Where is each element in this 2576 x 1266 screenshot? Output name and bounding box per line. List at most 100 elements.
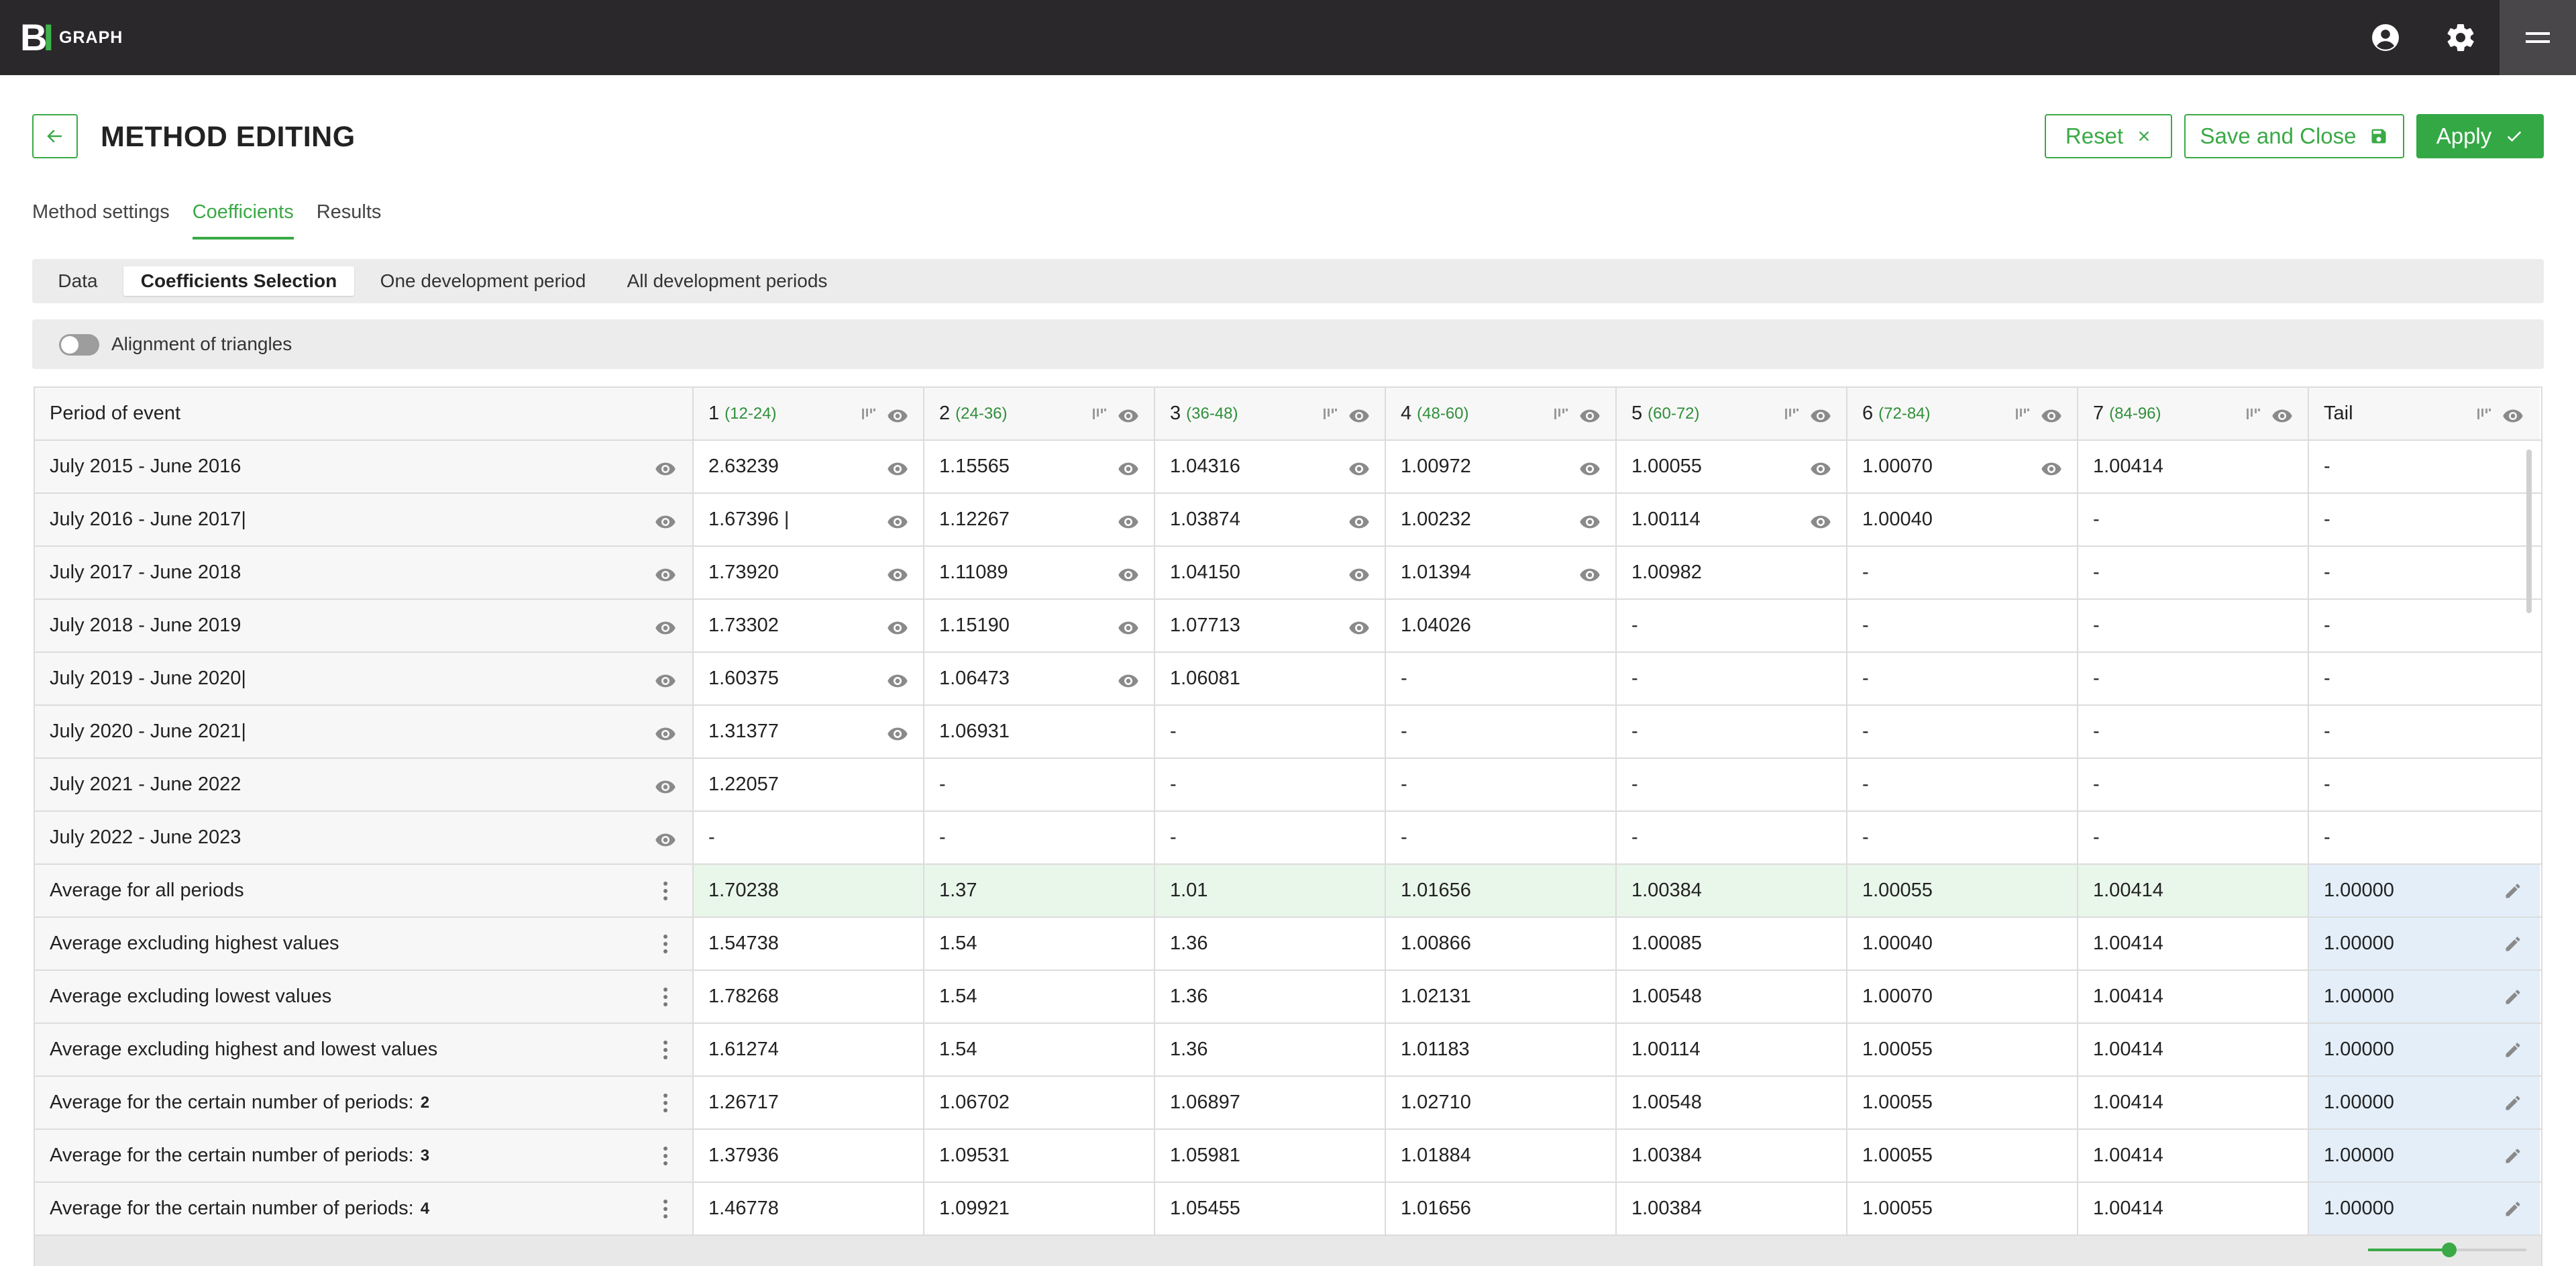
- coefficient-cell[interactable]: 1.60375: [694, 653, 924, 704]
- coefficient-cell[interactable]: 1.00055: [1617, 441, 1847, 492]
- average-value-cell[interactable]: 1.00055: [1847, 1024, 2078, 1075]
- tab-method-settings[interactable]: Method settings: [32, 201, 170, 240]
- sort-icon[interactable]: [2475, 405, 2493, 421]
- average-value-cell[interactable]: 1.36: [1155, 1024, 1386, 1075]
- account-icon[interactable]: [2369, 21, 2402, 54]
- eye-icon[interactable]: [887, 513, 908, 529]
- tail-value-cell[interactable]: 1.00000: [2309, 971, 2540, 1022]
- coefficient-cell[interactable]: 1.04316: [1155, 441, 1386, 492]
- average-value-cell[interactable]: 1.00055: [1847, 1130, 2078, 1181]
- average-value-cell[interactable]: 1.00384: [1617, 865, 1847, 916]
- save-and-close-button[interactable]: Save and Close: [2184, 114, 2404, 158]
- eye-icon[interactable]: [1810, 513, 1831, 529]
- coefficient-cell[interactable]: 1.04026: [1386, 600, 1617, 651]
- sort-icon[interactable]: [2245, 405, 2262, 421]
- settings-icon[interactable]: [2445, 21, 2477, 54]
- eye-icon[interactable]: [2502, 407, 2524, 423]
- sort-icon[interactable]: [1091, 405, 1108, 421]
- average-value-cell[interactable]: 1.01656: [1386, 865, 1617, 916]
- alignment-toggle[interactable]: [59, 334, 99, 356]
- average-value-cell[interactable]: 1.00548: [1617, 1077, 1847, 1128]
- sort-icon[interactable]: [1552, 405, 1570, 421]
- eye-icon[interactable]: [655, 831, 676, 847]
- coefficient-cell[interactable]: 1.22057: [694, 759, 924, 810]
- average-value-cell[interactable]: 1.61274: [694, 1024, 924, 1075]
- eye-icon[interactable]: [1810, 460, 1831, 476]
- average-value-cell[interactable]: 1.01183: [1386, 1024, 1617, 1075]
- average-value-cell[interactable]: 1.05455: [1155, 1183, 1386, 1234]
- eye-icon[interactable]: [887, 725, 908, 741]
- eye-icon[interactable]: [1348, 566, 1370, 582]
- average-value-cell[interactable]: 1.00414: [2078, 1077, 2309, 1128]
- coefficient-cell[interactable]: 1.67396 |: [694, 494, 924, 545]
- eye-icon[interactable]: [655, 513, 676, 529]
- average-value-cell[interactable]: 1.00414: [2078, 971, 2309, 1022]
- eye-icon[interactable]: [655, 619, 676, 635]
- more-options-icon[interactable]: [663, 987, 668, 1007]
- average-value-cell[interactable]: 1.00055: [1847, 1077, 2078, 1128]
- average-value-cell[interactable]: 1.26717: [694, 1077, 924, 1128]
- average-row[interactable]: Average excluding highest and lowest val…: [35, 1024, 2541, 1077]
- average-value-cell[interactable]: 1.78268: [694, 971, 924, 1022]
- eye-icon[interactable]: [1118, 513, 1139, 529]
- coefficient-cell[interactable]: 1.00972: [1386, 441, 1617, 492]
- average-value-cell[interactable]: 1.54738: [694, 918, 924, 969]
- edit-icon[interactable]: [2504, 988, 2522, 1006]
- tail-value-cell[interactable]: 1.00000: [2309, 865, 2540, 916]
- tail-value-cell[interactable]: 1.00000: [2309, 1077, 2540, 1128]
- eye-icon[interactable]: [2041, 407, 2062, 423]
- subtab-one-development-period[interactable]: One development period: [368, 266, 598, 296]
- average-value-cell[interactable]: 1.02710: [1386, 1077, 1617, 1128]
- eye-icon[interactable]: [1348, 460, 1370, 476]
- average-value-cell[interactable]: 1.06702: [924, 1077, 1155, 1128]
- coefficient-cell[interactable]: 2.63239: [694, 441, 924, 492]
- eye-icon[interactable]: [1348, 619, 1370, 635]
- tail-value-cell[interactable]: 1.00000: [2309, 1024, 2540, 1075]
- average-value-cell[interactable]: 1.54: [924, 918, 1155, 969]
- sort-icon[interactable]: [1783, 405, 1801, 421]
- app-logo[interactable]: BI GRAPH: [20, 19, 123, 56]
- coefficient-cell[interactable]: 1.06081: [1155, 653, 1386, 704]
- edit-icon[interactable]: [2504, 1200, 2522, 1218]
- average-row[interactable]: Average for the certain number of period…: [35, 1077, 2541, 1130]
- more-options-icon[interactable]: [663, 1199, 668, 1219]
- coefficient-cell[interactable]: 1.00232: [1386, 494, 1617, 545]
- eye-icon[interactable]: [1579, 407, 1601, 423]
- reset-button[interactable]: Reset: [2045, 114, 2172, 158]
- eye-icon[interactable]: [655, 725, 676, 741]
- apply-button[interactable]: Apply: [2416, 114, 2544, 158]
- eye-icon[interactable]: [1579, 566, 1601, 582]
- back-button[interactable]: [32, 114, 78, 158]
- eye-icon[interactable]: [1118, 672, 1139, 688]
- coefficient-cell[interactable]: 1.11089: [924, 547, 1155, 598]
- average-value-cell[interactable]: 1.37936: [694, 1130, 924, 1181]
- subtab-all-development-periods[interactable]: All development periods: [612, 266, 843, 296]
- average-value-cell[interactable]: 1.46778: [694, 1183, 924, 1234]
- coefficient-cell[interactable]: 1.07713: [1155, 600, 1386, 651]
- average-value-cell[interactable]: 1.36: [1155, 918, 1386, 969]
- average-value-cell[interactable]: 1.37: [924, 865, 1155, 916]
- more-options-icon[interactable]: [663, 934, 668, 954]
- eye-icon[interactable]: [2041, 460, 2062, 476]
- average-value-cell[interactable]: 1.01656: [1386, 1183, 1617, 1234]
- eye-icon[interactable]: [1118, 619, 1139, 635]
- tab-coefficients[interactable]: Coefficients: [192, 201, 294, 240]
- eye-icon[interactable]: [655, 566, 676, 582]
- menu-button[interactable]: [2500, 0, 2576, 75]
- coefficient-cell[interactable]: 1.00114: [1617, 494, 1847, 545]
- average-value-cell[interactable]: 1.00414: [2078, 865, 2309, 916]
- edit-icon[interactable]: [2504, 1094, 2522, 1112]
- eye-icon[interactable]: [1118, 407, 1139, 423]
- average-value-cell[interactable]: 1.06897: [1155, 1077, 1386, 1128]
- average-row[interactable]: Average for the certain number of period…: [35, 1130, 2541, 1183]
- tail-value-cell[interactable]: 1.00000: [2309, 1183, 2540, 1234]
- subtab-coefficients-selection[interactable]: Coefficients Selection: [123, 266, 354, 296]
- eye-icon[interactable]: [655, 460, 676, 476]
- average-value-cell[interactable]: 1.09531: [924, 1130, 1155, 1181]
- coefficient-cell[interactable]: 1.06473: [924, 653, 1155, 704]
- average-value-cell[interactable]: 1.05981: [1155, 1130, 1386, 1181]
- coefficient-cell[interactable]: 1.00070: [1847, 441, 2078, 492]
- average-value-cell[interactable]: 1.00548: [1617, 971, 1847, 1022]
- eye-icon[interactable]: [2271, 407, 2293, 423]
- average-value-cell[interactable]: 1.00414: [2078, 1130, 2309, 1181]
